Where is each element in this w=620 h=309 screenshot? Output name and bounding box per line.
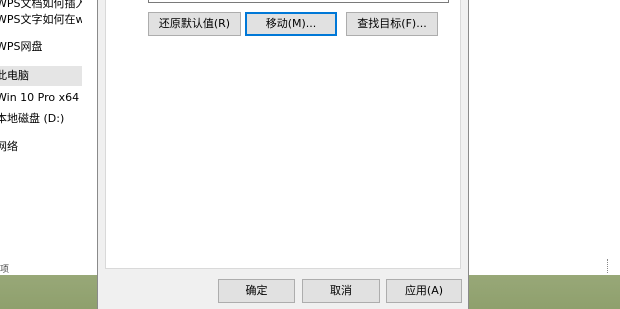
- nav-item-label: 网络: [0, 140, 18, 153]
- nav-item-label: WPS文字如何在wo: [0, 13, 82, 26]
- nav-item-label: 本地磁盘 (D:): [0, 112, 65, 125]
- cancel-button[interactable]: 取消: [302, 279, 380, 303]
- comment-field[interactable]: [148, 0, 449, 3]
- nav-item-label: 此电脑: [0, 69, 29, 82]
- find-target-button[interactable]: 查找目标(F)...: [346, 12, 438, 36]
- explorer-file-pane: [469, 0, 620, 275]
- ok-button[interactable]: 确定: [218, 279, 295, 303]
- nav-item-label: Win 10 Pro x64 (C: [0, 91, 82, 104]
- nav-item-this-pc[interactable]: 此电脑: [0, 66, 82, 86]
- restore-default-button[interactable]: 还原默认值(R): [148, 12, 241, 36]
- nav-item-drive-d[interactable]: 本地磁盘 (D:): [0, 109, 82, 129]
- nav-item-wps-text-in-word[interactable]: WPS文字如何在wo: [0, 10, 82, 30]
- explorer-navigation-pane: WPS文档如何插入 WPS文字如何在wo WPS网盘 此电脑 Win 10 Pr…: [0, 0, 97, 275]
- nav-item-network[interactable]: 网络: [0, 137, 82, 157]
- apply-button[interactable]: 应用(A): [386, 279, 462, 303]
- shortcut-tab-panel: 还原默认值(R) 移动(M)... 查找目标(F)...: [105, 0, 461, 269]
- move-button[interactable]: 移动(M)...: [245, 12, 337, 36]
- properties-dialog: 还原默认值(R) 移动(M)... 查找目标(F)... 确定 取消 应用(A): [97, 0, 469, 309]
- nav-item-label: WPS文档如何插入: [0, 0, 82, 10]
- view-toggle-icon[interactable]: [607, 259, 616, 273]
- nav-item-drive-c[interactable]: Win 10 Pro x64 (C: [0, 88, 82, 108]
- nav-item-wps-cloud[interactable]: WPS网盘: [0, 37, 82, 57]
- status-bar-item-count: 项: [0, 265, 10, 275]
- nav-item-label: WPS网盘: [0, 40, 43, 53]
